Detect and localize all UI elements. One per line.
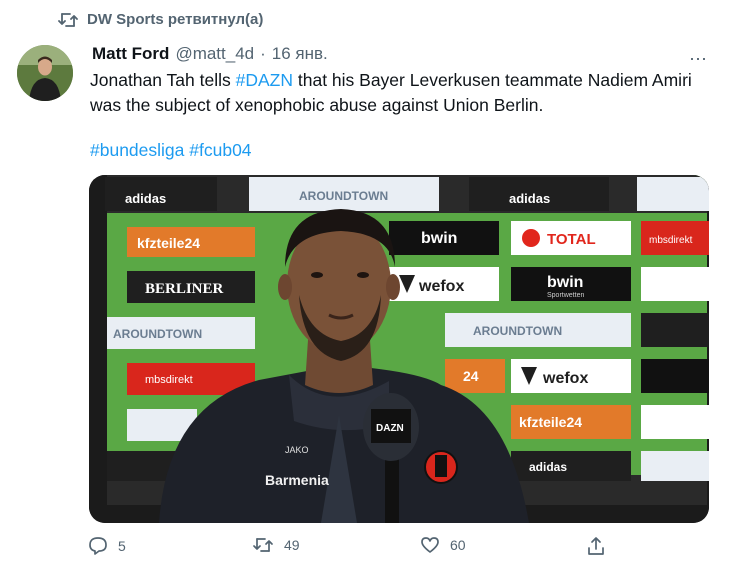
more-options-icon[interactable]: ⋯ <box>689 49 708 70</box>
heart-icon <box>421 537 439 553</box>
mic-flag-label: DAZN <box>376 423 404 434</box>
tweet-date[interactable]: 16 янв. <box>272 44 328 64</box>
bwin-board-mid: bwin <box>547 274 583 291</box>
author-handle[interactable]: @matt_4d <box>175 44 254 64</box>
jacket-sponsor-label: Barmenia <box>265 472 329 488</box>
share-icon <box>588 537 604 555</box>
tweet-actions: 5 49 60 <box>88 536 608 562</box>
adidas-board-top-left: adidas <box>125 191 166 206</box>
aroundtown-board-center: AROUNDTOWN <box>473 324 562 338</box>
like-count: 60 <box>450 537 466 553</box>
share-button[interactable] <box>586 536 606 556</box>
kfzteile-board-left: kfzteile24 <box>137 235 200 251</box>
retweet-indicator[interactable]: DW Sports ретвитнул(а) <box>58 11 263 28</box>
like-button[interactable]: 60 <box>420 536 466 554</box>
tweet-text-part-1: Jonathan Tah tells <box>90 70 236 90</box>
tweet-header: Matt Ford @matt_4d · 16 янв. <box>92 44 328 64</box>
reply-count: 5 <box>118 538 126 554</box>
mbs-board-right: mbsdirekt <box>649 235 693 246</box>
bwin-board-top: bwin <box>421 230 457 247</box>
author-name[interactable]: Matt Ford <box>92 44 169 64</box>
aroundtown-board-left: AROUNDTOWN <box>113 327 202 341</box>
adidas-board-bottom: adidas <box>529 460 567 474</box>
separator-dot: · <box>260 44 266 63</box>
retweet-icon <box>58 12 78 27</box>
wefox-board-center: wefox <box>418 278 464 295</box>
hashtags: #bundesliga #fcub04 <box>90 140 252 161</box>
reply-icon <box>89 537 107 555</box>
reply-button[interactable]: 5 <box>88 536 126 556</box>
bwin-subtitle: Sportwetten <box>547 292 584 299</box>
adidas-board-top-right: adidas <box>509 191 550 206</box>
kfzteile-board-right: kfzteile24 <box>519 414 582 430</box>
jacket-brand-label: JAKO <box>285 445 309 455</box>
hashtag-bundesliga[interactable]: #bundesliga <box>90 140 184 160</box>
avatar[interactable] <box>17 45 73 101</box>
dazn-hashtag-link[interactable]: #DAZN <box>236 70 293 90</box>
total-board: TOTAL <box>547 231 596 248</box>
aroundtown-board-top: AROUNDTOWN <box>299 189 388 203</box>
kfz-24-board-fragment: 24 <box>463 368 479 384</box>
tweet-media-image[interactable]: adidas AROUNDTOWN adidas kfzteile24 bwin… <box>89 175 709 523</box>
retweeted-by-label[interactable]: DW Sports ретвитнул(а) <box>87 11 263 28</box>
retweet-action-icon <box>253 538 273 552</box>
mbs-board-left: mbsdirekt <box>145 374 193 386</box>
hashtag-fcub04[interactable]: #fcub04 <box>189 140 251 160</box>
retweet-count: 49 <box>284 537 300 553</box>
retweet-button[interactable]: 49 <box>252 536 300 554</box>
wefox-board-right: wefox <box>542 370 588 387</box>
berliner-board: BERLINER <box>145 281 224 297</box>
tweet-text: Jonathan Tah tells #DAZN that his Bayer … <box>90 68 700 118</box>
